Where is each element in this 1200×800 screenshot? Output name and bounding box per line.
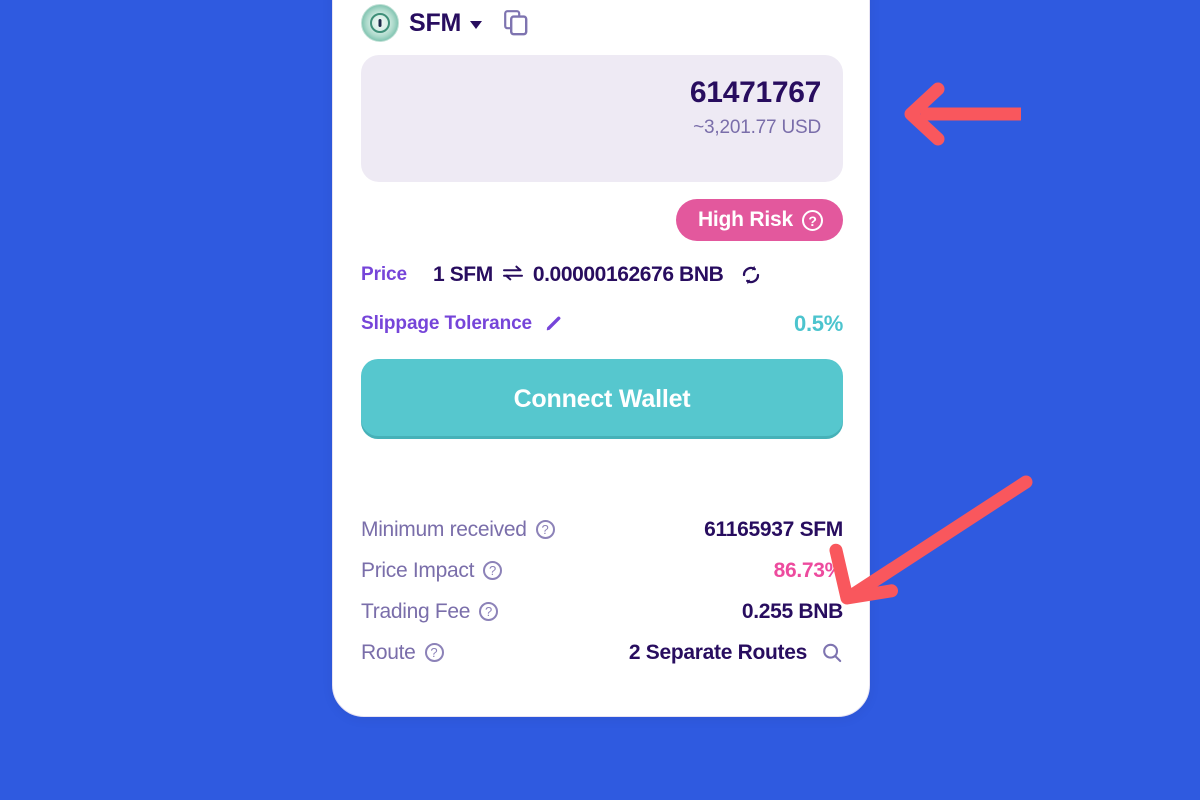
- question-mark-circle-icon[interactable]: ?: [424, 643, 444, 662]
- price-base: 1 SFM: [432, 263, 493, 286]
- slippage-tolerance-label: Slippage Tolerance: [361, 313, 533, 334]
- price-value[interactable]: 1 SFM 0.00000162676 BNB: [432, 263, 724, 287]
- detail-label: Minimum received: [361, 517, 527, 541]
- chevron-down-icon[interactable]: [470, 20, 483, 29]
- refresh-icon[interactable]: [739, 263, 763, 287]
- copy-icon[interactable]: [504, 10, 528, 36]
- detail-value: 86.73%: [773, 558, 844, 582]
- arrow-pointing-to-amount: [904, 82, 1021, 146]
- amount-usd-estimate: ~3,201.77 USD: [693, 116, 821, 138]
- transaction-details: Minimum received ? 61165937 SFM Price Im…: [361, 509, 843, 673]
- detail-row-trading-fee: Trading Fee ? 0.255 BNB: [361, 591, 843, 632]
- price-quote: 0.00000162676 BNB: [532, 263, 724, 286]
- detail-label: Route: [361, 640, 416, 664]
- slippage-tolerance-row: Slippage Tolerance 0.5%: [361, 309, 843, 339]
- question-mark-circle-icon[interactable]: ?: [479, 602, 499, 621]
- slippage-tolerance-value[interactable]: 0.5%: [794, 311, 843, 337]
- detail-row-price-impact: Price Impact ? 86.73%: [361, 550, 843, 591]
- detail-value: 61165937 SFM: [704, 517, 843, 541]
- price-label: Price: [361, 264, 407, 285]
- detail-label: Trading Fee: [361, 599, 471, 623]
- detail-row-minimum-received: Minimum received ? 61165937 SFM: [361, 509, 843, 550]
- swap-card-content: SFM 61471767 ~3,201.77 USD High Risk ? P…: [361, 1, 843, 673]
- connect-wallet-button[interactable]: Connect Wallet: [361, 359, 843, 439]
- pencil-edit-icon[interactable]: [544, 314, 564, 334]
- amount-value[interactable]: 61471767: [383, 77, 821, 109]
- detail-label: Price Impact: [361, 558, 475, 582]
- detail-value: 0.255 BNB: [741, 599, 843, 623]
- risk-badge-label: High Risk: [697, 208, 793, 231]
- detail-row-route: Route ? 2 Separate Routes: [361, 632, 843, 673]
- price-row: Price 1 SFM 0.00000162676 BNB: [361, 260, 843, 290]
- risk-badge-row: High Risk ?: [361, 199, 843, 241]
- question-mark-circle-icon[interactable]: ?: [483, 561, 503, 580]
- question-mark-circle-icon[interactable]: ?: [802, 209, 823, 231]
- question-mark-circle-icon[interactable]: ?: [535, 520, 555, 539]
- status-badge-high-risk[interactable]: High Risk ?: [675, 199, 843, 241]
- detail-value: 2 Separate Routes: [628, 640, 807, 664]
- swap-arrows-icon: [502, 263, 524, 287]
- amount-input-panel[interactable]: 61471767 ~3,201.77 USD: [361, 55, 843, 182]
- swap-card: SFM 61471767 ~3,201.77 USD High Risk ? P…: [332, 0, 870, 717]
- token-symbol: SFM: [409, 8, 462, 37]
- token-selector[interactable]: SFM: [361, 1, 843, 45]
- sfm-token-logo-icon: [361, 4, 399, 42]
- search-icon[interactable]: [821, 642, 843, 664]
